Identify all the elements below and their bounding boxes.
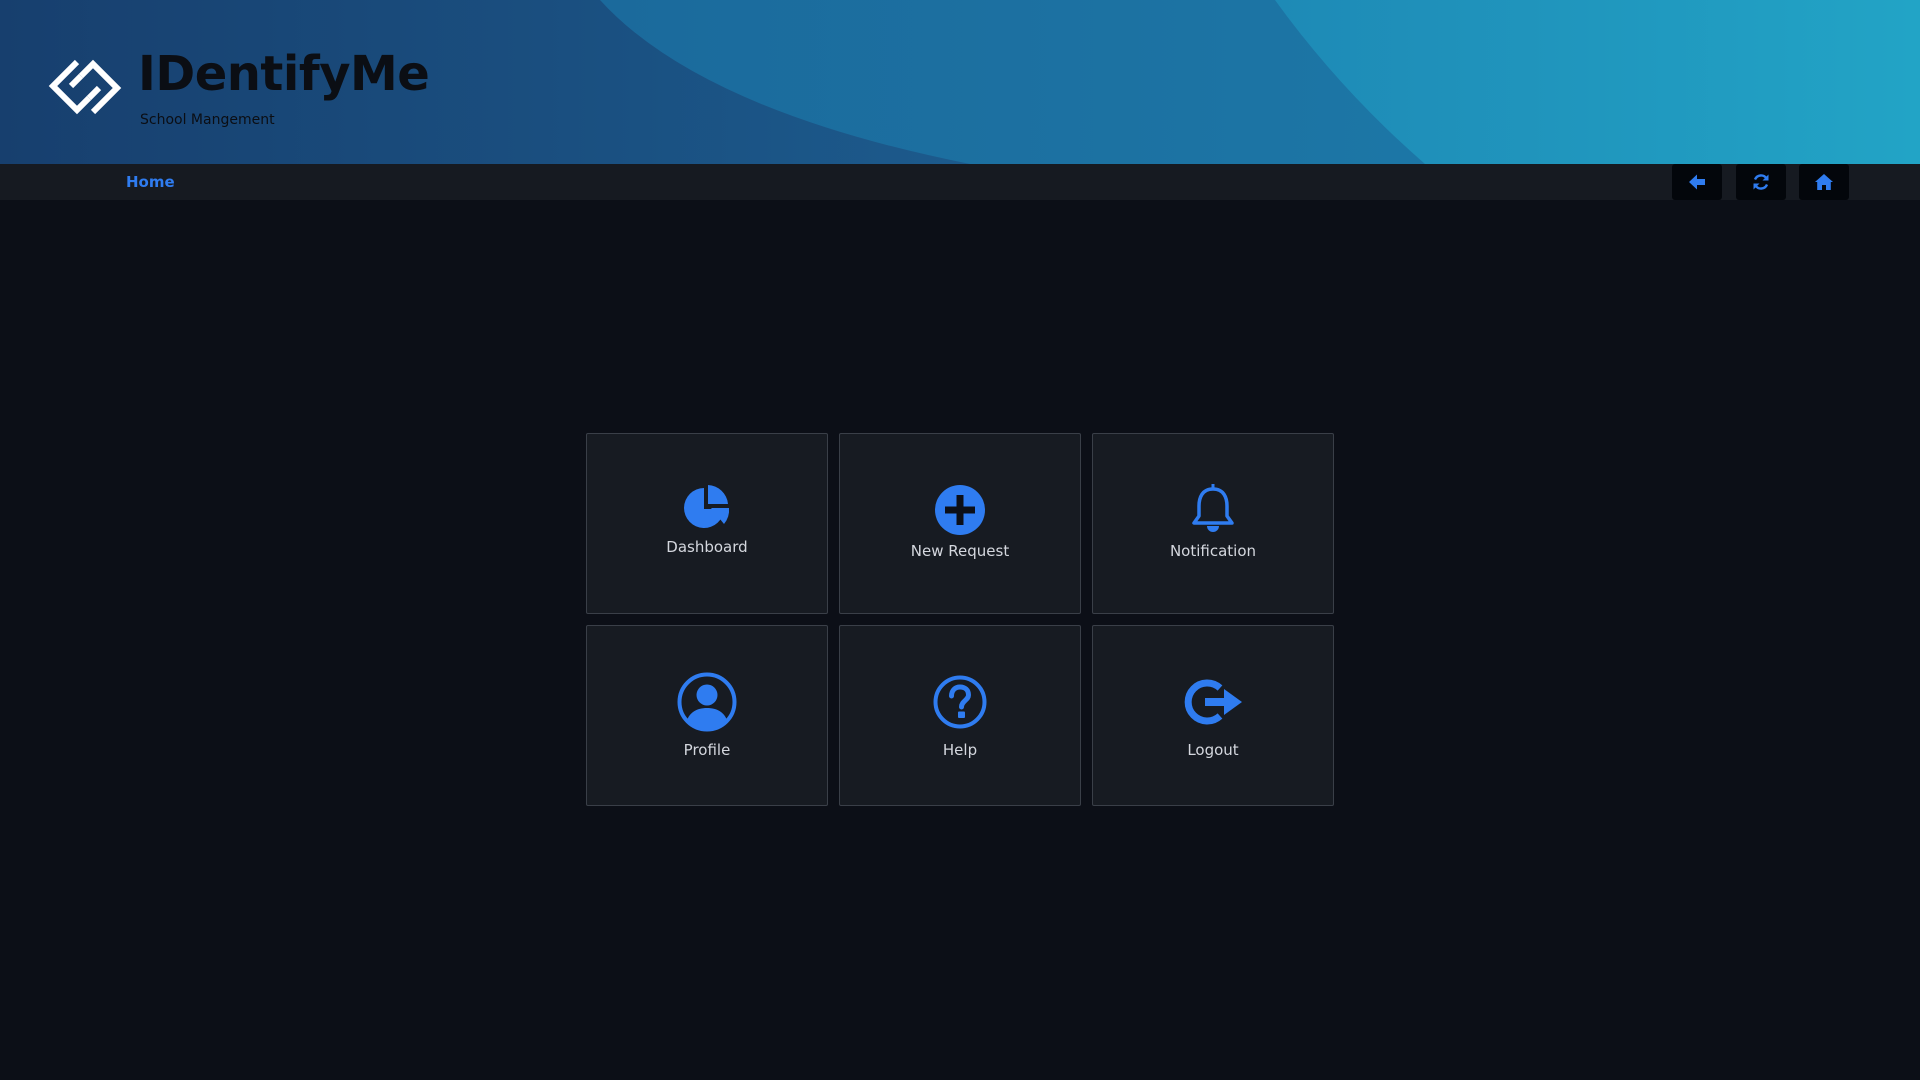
tile-new-request[interactable]: New Request: [839, 433, 1081, 614]
nav-home-link[interactable]: Home: [126, 173, 175, 191]
tile-label: New Request: [910, 542, 1010, 560]
tile-logout[interactable]: Logout: [1092, 625, 1334, 806]
user-circle-icon: [677, 672, 737, 732]
tile-label: Help: [942, 741, 978, 759]
brand: IDentifyMe School Mangement: [46, 46, 430, 138]
question-circle-icon: [933, 675, 987, 729]
tile-label: Notification: [1169, 542, 1257, 560]
bell-icon: [1192, 484, 1234, 532]
back-button[interactable]: [1672, 164, 1722, 200]
header-banner: IDentifyMe School Mangement: [0, 0, 1920, 164]
logo-icon: [48, 59, 122, 115]
tile-notification[interactable]: Notification: [1092, 433, 1334, 614]
home-button[interactable]: [1799, 164, 1849, 200]
app-subtitle: School Mangement: [140, 112, 275, 128]
sign-out-icon: [1184, 679, 1242, 725]
plus-circle-icon: [935, 485, 985, 535]
refresh-icon: [1753, 174, 1769, 190]
tile-profile[interactable]: Profile: [586, 625, 828, 806]
pie-chart-icon: [684, 485, 730, 528]
home-icon: [1815, 174, 1833, 190]
navbar: Home: [0, 164, 1920, 200]
arrow-left-icon: [1689, 174, 1705, 190]
tile-dashboard[interactable]: Dashboard: [586, 433, 828, 614]
tile-label: Logout: [1187, 741, 1239, 759]
tile-label: Dashboard: [666, 538, 748, 556]
refresh-button[interactable]: [1736, 164, 1786, 200]
menu-tiles: Dashboard New Request Notification Profi…: [586, 433, 1334, 806]
tile-help[interactable]: Help: [839, 625, 1081, 806]
app-title: IDentifyMe: [138, 46, 430, 102]
tile-label: Profile: [683, 741, 731, 759]
